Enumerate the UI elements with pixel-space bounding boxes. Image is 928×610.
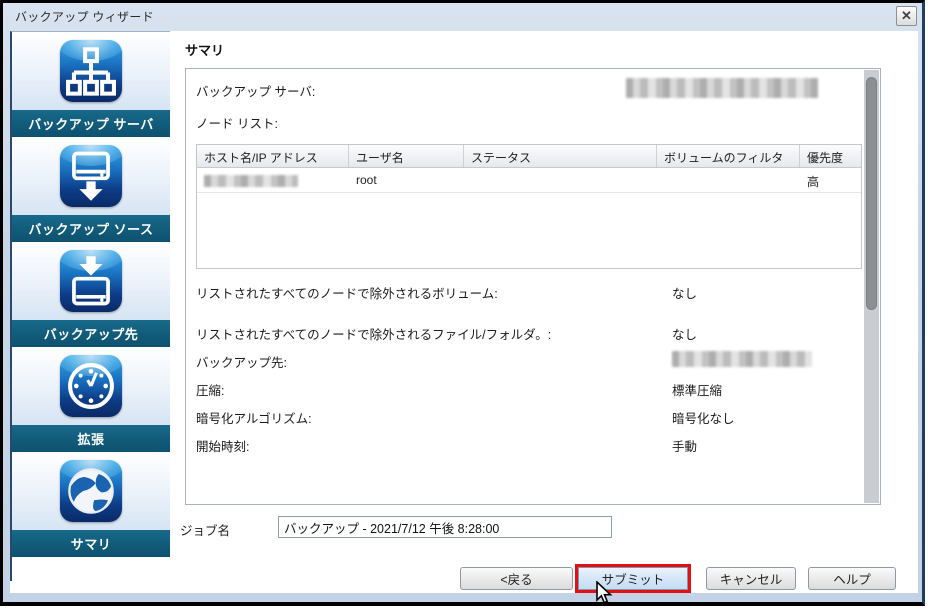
screen: バックアップ ウィザード ✕ バックアップ サーバ バックアップ ソース バック… xyxy=(0,0,928,610)
close-button[interactable]: ✕ xyxy=(896,6,917,26)
step-label-advanced: 拡張 xyxy=(12,425,170,452)
summary-page: サマリ バックアップ サーバ: ノード リスト: ホスト名/IP アドレス ユー… xyxy=(170,31,918,593)
job-name-input[interactable] xyxy=(278,516,612,538)
wizard-dialog: バックアップ サーバ バックアップ ソース バックアップ先 拡張 サマリ サマリ… xyxy=(10,31,918,593)
step-label-backup-source: バックアップ ソース xyxy=(12,215,170,242)
sidebar-step-backup-source[interactable]: バックアップ ソース xyxy=(12,137,170,242)
wizard-steps-sidebar: バックアップ サーバ バックアップ ソース バックアップ先 拡張 サマリ xyxy=(10,31,170,581)
step-icon-cell xyxy=(12,137,170,215)
job-name-label: ジョブ名 xyxy=(180,524,231,538)
host-value-redacted xyxy=(204,175,298,187)
panel-scrollbar-thumb[interactable] xyxy=(866,77,877,310)
col-header-priority: 優先度 xyxy=(807,151,844,165)
summary-panel: バックアップ サーバ: ノード リスト: ホスト名/IP アドレス ユーザ名 ス… xyxy=(185,68,881,505)
cell-host xyxy=(197,168,349,192)
globe-icon xyxy=(60,460,122,522)
step-label-backup-server: バックアップ サーバ xyxy=(12,110,170,137)
step-label-summary: サマリ xyxy=(12,530,170,557)
sidebar-step-backup-server[interactable]: バックアップ サーバ xyxy=(12,32,170,137)
panel-scrollbar-track[interactable] xyxy=(864,70,879,503)
excluded-files-label: リストされたすべてのノードで除外されるファイル/フォルダ。: xyxy=(196,328,552,342)
compression-label: 圧縮: xyxy=(196,384,225,398)
encryption-value: 暗号化なし xyxy=(672,412,735,426)
cell-status xyxy=(464,168,657,192)
sidebar-step-summary[interactable]: サマリ xyxy=(12,452,170,557)
titlebar: バックアップ ウィザード xyxy=(3,3,922,30)
window-title: バックアップ ウィザード xyxy=(15,10,154,24)
cancel-button[interactable]: キャンセル xyxy=(706,567,796,590)
node-table-header: ホスト名/IP アドレス ユーザ名 ステータス ボリュームのフィルタ 優先度 xyxy=(197,145,861,168)
mouse-cursor xyxy=(596,581,613,604)
start-time-value: 手動 xyxy=(672,440,698,454)
back-button[interactable]: <戻る xyxy=(460,567,573,590)
step-icon-cell xyxy=(12,242,170,320)
col-header-volume-filter: ボリュームのフィルタ xyxy=(657,145,800,167)
sidebar-step-advanced[interactable]: 拡張 xyxy=(12,347,170,452)
node-table-row[interactable]: root 高 xyxy=(197,168,861,193)
backup-server-label: バックアップ サーバ: xyxy=(196,85,316,99)
network-tree-icon xyxy=(60,40,122,102)
step-label-backup-destination: バックアップ先 xyxy=(12,320,170,347)
clock-icon xyxy=(60,355,122,417)
backup-wizard-window: バックアップ ウィザード ✕ バックアップ サーバ バックアップ ソース バック… xyxy=(0,0,925,606)
help-button[interactable]: ヘルプ xyxy=(808,567,896,590)
disk-receive-icon xyxy=(60,250,122,312)
sidebar-step-backup-destination[interactable]: バックアップ先 xyxy=(12,242,170,347)
encryption-label: 暗号化アルゴリズム: xyxy=(196,412,312,426)
cell-priority: 高 xyxy=(807,175,820,189)
page-title: サマリ xyxy=(185,43,225,58)
node-list-label: ノード リスト: xyxy=(196,117,278,131)
node-list-table: ホスト名/IP アドレス ユーザ名 ステータス ボリュームのフィルタ 優先度 r… xyxy=(196,144,862,269)
col-header-host: ホスト名/IP アドレス xyxy=(197,145,349,167)
disk-download-icon xyxy=(60,145,122,207)
backup-destination-value-redacted xyxy=(672,351,812,367)
col-header-user: ユーザ名 xyxy=(349,145,464,167)
cell-user: root xyxy=(356,173,377,187)
compression-value: 標準圧縮 xyxy=(672,384,723,398)
col-header-status: ステータス xyxy=(464,145,657,167)
excluded-files-value: なし xyxy=(672,328,698,342)
backup-destination-label: バックアップ先: xyxy=(196,356,287,370)
backup-server-value-redacted xyxy=(626,78,818,98)
step-icon-cell xyxy=(12,347,170,425)
cell-volume-filter xyxy=(657,168,800,192)
close-icon: ✕ xyxy=(901,8,912,23)
excluded-volumes-value: なし xyxy=(672,287,698,301)
step-icon-cell xyxy=(12,452,170,530)
excluded-volumes-label: リストされたすべてのノードで除外されるボリューム: xyxy=(196,287,498,301)
step-icon-cell xyxy=(12,32,170,110)
start-time-label: 開始時刻: xyxy=(196,440,250,454)
